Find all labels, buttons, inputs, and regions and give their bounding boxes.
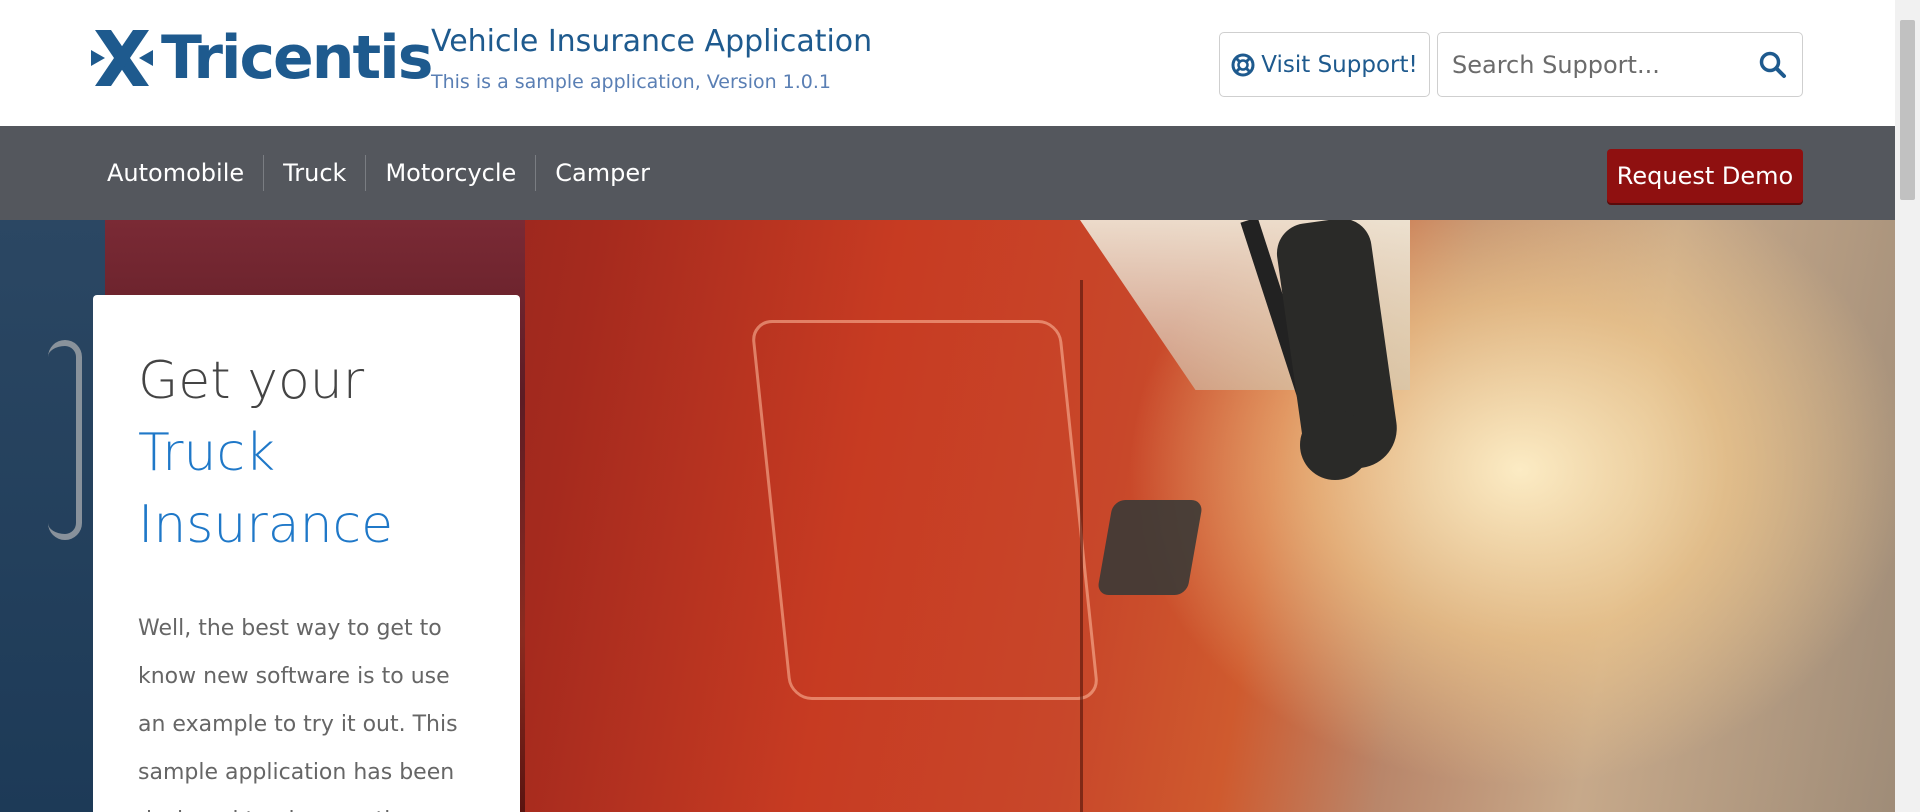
tricentis-x-icon <box>91 30 153 86</box>
visit-support-button[interactable]: Visit Support! <box>1219 32 1430 97</box>
hero-card: Get your Truck Insurance Well, the best … <box>93 295 520 812</box>
request-demo-button[interactable]: Request Demo <box>1607 149 1803 203</box>
nav-item-automobile[interactable]: Automobile <box>88 155 265 191</box>
hero-mirror-small <box>1300 410 1370 480</box>
scrollbar-thumb[interactable] <box>1900 20 1915 200</box>
hero-body-text: Well, the best way to get to know new so… <box>138 616 458 812</box>
life-ring-icon <box>1231 53 1255 76</box>
page-scrollbar[interactable] <box>1895 0 1920 812</box>
hero-heading-line2: Truck <box>138 423 276 483</box>
nav-item-truck[interactable]: Truck <box>264 155 367 191</box>
nav-item-motorcycle[interactable]: Motorcycle <box>366 155 537 191</box>
site-header: Tricentis Vehicle Insurance Application … <box>0 0 1895 126</box>
hero-strap-shape <box>48 340 82 540</box>
hero-door-shape <box>750 320 1100 700</box>
visit-support-label: Visit Support! <box>1261 51 1418 78</box>
nav-item-camper[interactable]: Camper <box>536 155 669 191</box>
hero-handle-shape <box>1096 500 1204 595</box>
search-support-box <box>1437 32 1803 97</box>
hero-heading-line3: Insurance <box>138 495 394 555</box>
logo-text: Tricentis <box>161 23 433 93</box>
hero-heading-line1: Get your <box>138 351 365 411</box>
app-subtitle: This is a sample application, Version 1.… <box>431 71 832 93</box>
search-icon[interactable] <box>1758 50 1788 80</box>
tricentis-logo[interactable]: Tricentis <box>91 23 433 93</box>
search-support-input[interactable] <box>1452 50 1742 79</box>
nav-items: Automobile Truck Motorcycle Camper <box>88 126 669 220</box>
app-title: Vehicle Insurance Application <box>431 24 873 59</box>
